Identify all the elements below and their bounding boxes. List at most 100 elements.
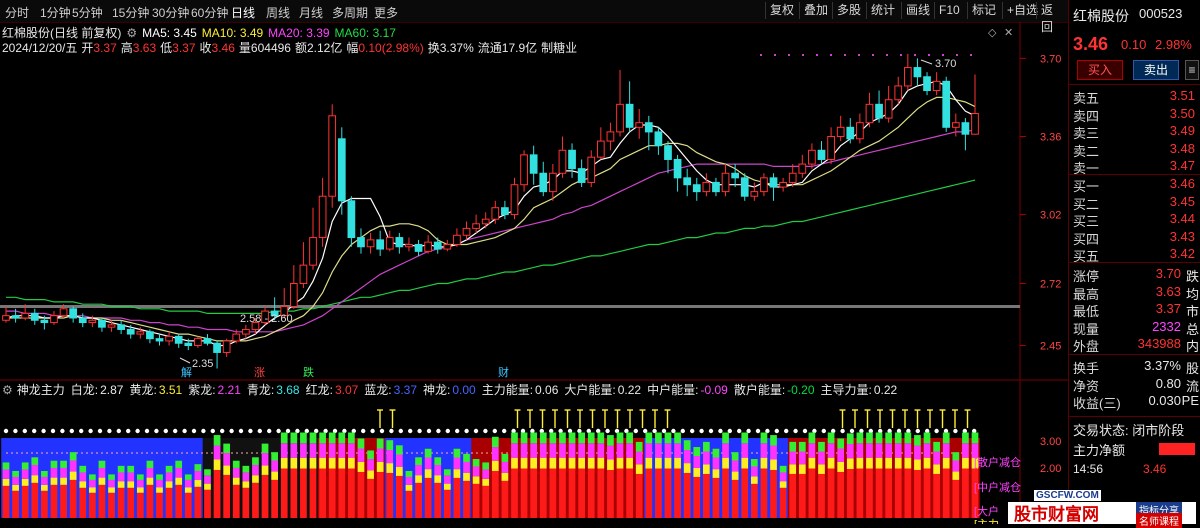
candle [318,177,327,247]
energy-bar [626,432,633,518]
stat-row: 最高 3.63 均 [1073,284,1200,302]
signal-dot [928,54,930,56]
candle [577,159,586,188]
energy-bar [117,465,125,518]
tick-price: 3.46 [1143,462,1167,476]
chart-diamond-icon[interactable]: ◇ [988,26,996,39]
energy-bar [319,432,326,518]
energy-bar [175,460,183,518]
panel-menu-button[interactable]: ≡ [1185,60,1199,80]
low-annotation: 2.35 [192,358,213,370]
bid-row: 买三 3.44 [1073,211,1200,229]
indicator-value: 3.07 [334,383,359,397]
kline-chart[interactable]: 3.70 3.36 3.02 2.72 2.45 3.70 2.35 2.58 - 2.60 解… [0,22,1068,524]
energy-bar [866,432,873,518]
candle [376,230,385,256]
candle [549,164,557,201]
indicator-dot [755,428,761,434]
toolbar-button-8[interactable]: 返回 [1036,2,1068,34]
energy-bar [722,432,729,518]
period-tab-8[interactable]: 月线 [299,4,323,21]
indicator-dot [802,428,808,434]
sell-button[interactable]: 卖出 [1133,60,1179,80]
energy-bar [942,432,950,518]
signal-dot [914,54,916,56]
toolbar-button-6[interactable]: 标记 [967,2,1000,19]
row-label: 卖二 [1073,143,1100,159]
row-value: 3.44 [1169,211,1195,226]
indicator-dot [455,428,460,434]
row-extra: 总 [1185,321,1199,337]
indicator-legend-item: [散户减仓 [974,455,1021,469]
indicator-dot [191,428,197,434]
candle [520,150,528,192]
candle [539,161,548,197]
candle [405,237,413,252]
period-tab-9[interactable]: 多周期 [332,4,368,21]
toolbar-button-1[interactable]: 叠加 [799,2,832,19]
settings-gear-icon[interactable]: ⚙ [126,26,137,40]
energy-bar [242,465,250,518]
row-label: 买一 [1073,179,1100,194]
candle [683,168,692,197]
header-high-label: 高 [120,41,133,55]
signal-dot [956,54,958,56]
candle [453,228,461,247]
candle [836,115,845,142]
indicator-dot [88,428,93,434]
energy-bar [712,448,720,518]
energy-bar [405,470,413,518]
period-tab-7[interactable]: 周线 [266,4,290,21]
period-tab-0[interactable]: 分时 [5,4,29,21]
bid-row: 买一 3.46 [1073,176,1200,194]
row-value: 0.80 [1155,375,1181,391]
period-tab-1[interactable]: 1分钟 [40,4,71,21]
indicator-dot [229,428,234,434]
header-ma60: MA60: 3.17 [334,26,396,40]
candle [501,200,509,220]
event-mark[interactable]: 跌 [303,365,314,379]
event-mark[interactable]: 财 [498,365,509,379]
period-tab-6[interactable]: 日线 [231,4,255,21]
indicator-legend-item: [主力 [974,518,999,524]
buy-button[interactable]: 买入 [1077,60,1123,80]
period-tab-5[interactable]: 60分钟 [191,4,228,21]
energy-bar [904,432,912,518]
indicator-value: 3.37 [393,383,417,397]
energy-bar [127,465,135,518]
candle [721,164,730,197]
period-tab-3[interactable]: 15分钟 [112,4,149,21]
energy-bar [875,432,883,518]
chart-close-icon[interactable]: ✕ [1004,26,1013,39]
stats-row: 收益(三) 0.030 PE [1073,393,1200,411]
energy-bar [827,432,835,518]
indicator-dot [426,428,432,434]
energy-bar [41,470,48,518]
toolbar-button-3[interactable]: 统计 [866,2,899,19]
candle [347,196,356,247]
indicator-dot [144,428,150,434]
indicator-dot [370,428,375,434]
indicator-gear-icon[interactable]: ⚙ [2,383,13,397]
period-tab-10[interactable]: 更多 [374,4,398,21]
indicator-axis-label: 2.00 [1040,463,1061,475]
row-value: 3.70 [1155,266,1181,281]
period-tab-4[interactable]: 30分钟 [152,4,189,21]
indicator-dot [201,428,206,434]
candle [194,336,202,348]
toolbar-button-2[interactable]: 多股 [832,2,865,19]
indicator-dot [718,428,723,434]
signal-dot [886,54,888,56]
row-value: 3.50 [1169,105,1195,121]
toolbar-button-5[interactable]: F10 [934,2,964,19]
toolbar-button-0[interactable]: 复权 [765,2,798,19]
row-extra: 跌 [1185,269,1199,284]
candle [203,334,212,346]
event-mark[interactable]: 解 [181,365,192,379]
indicator-dot [849,428,855,434]
period-tab-2[interactable]: 5分钟 [72,4,103,21]
indicator-dot [502,428,507,434]
event-mark[interactable]: 涨 [254,366,265,379]
toolbar-button-4[interactable]: 画线 [901,2,934,19]
energy-bar [491,436,499,518]
